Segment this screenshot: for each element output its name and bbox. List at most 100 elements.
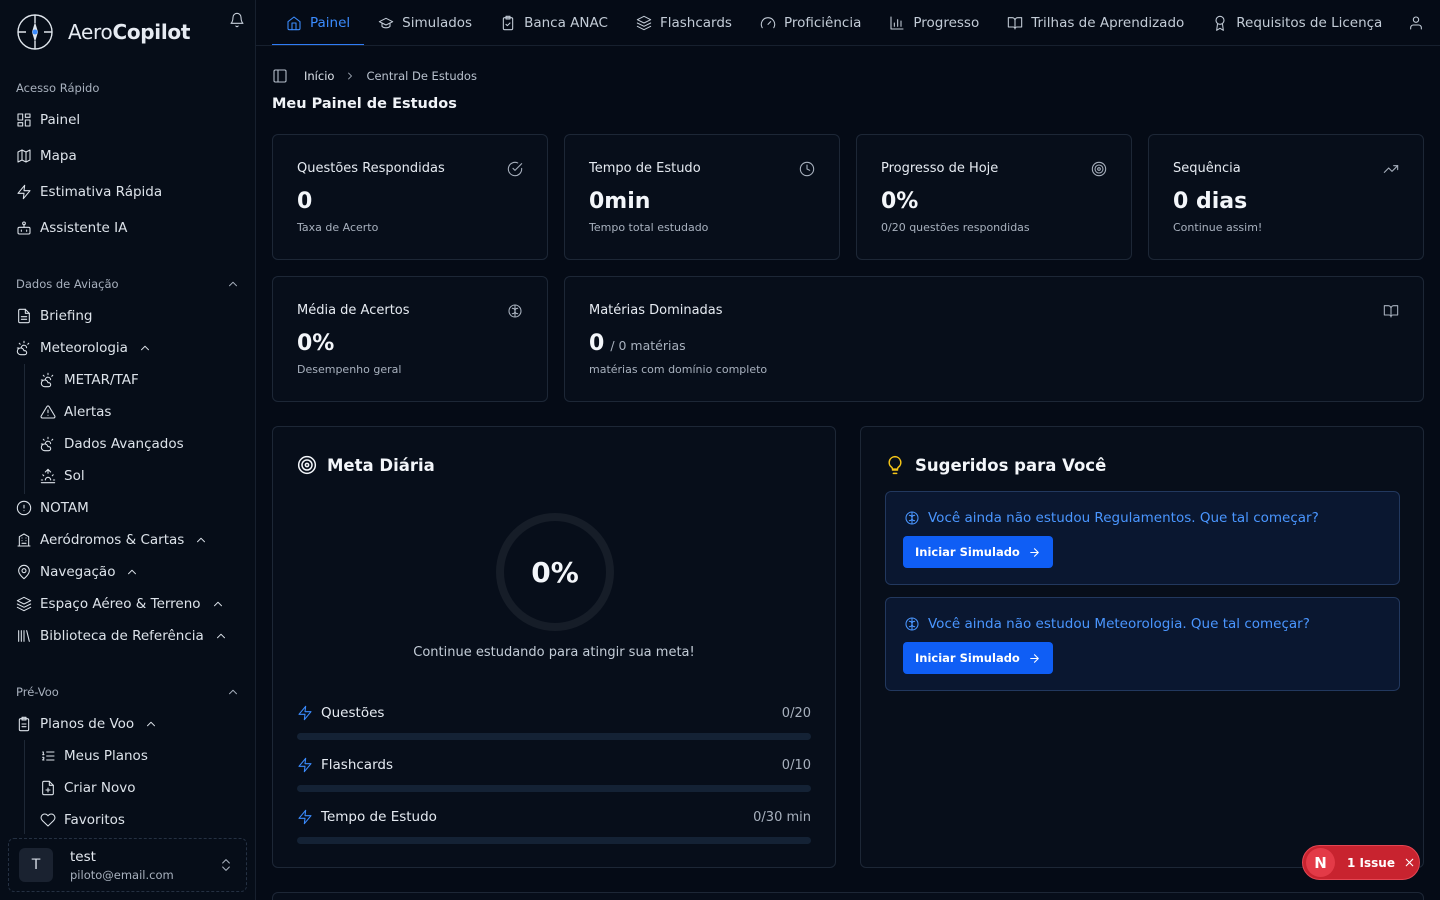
stat-card-progresso: Progresso de Hoje 0% 0/20 questões respo… [856,134,1132,260]
start-simulation-button[interactable]: Iniciar Simulado [903,536,1053,568]
sidebar-item-alertas[interactable]: Alertas [40,400,111,424]
clock-icon [799,161,815,177]
section-label-preflight[interactable]: Pré-Voo [16,685,240,699]
stat-title: Média de Acertos [297,303,410,318]
stat-subtitle: Continue assim! [1173,221,1263,234]
clipboard-icon [18,716,30,732]
goal-row-tempo: Tempo de Estudo 0/30 min [297,807,811,844]
stat-card-tempo: Tempo de Estudo 0min Tempo total estudad… [564,134,840,260]
user-menu[interactable]: T test piloto@email.com [8,838,247,892]
chevron-up-icon [229,689,237,695]
chevron-up-icon [140,345,149,351]
tab-flashcards[interactable]: Flashcards [622,0,746,45]
stat-value: 0/ 0 matérias [589,331,686,356]
section-label-aviation[interactable]: Dados de Aviação [16,277,240,291]
sidebar-item-briefing[interactable]: Briefing [16,304,93,328]
chevron-up-icon [213,601,222,607]
stat-card-sequencia: Sequência 0 dias Continue assim! [1148,134,1424,260]
sidebar: AeroCopilot Acesso Rápido Painel Mapa Es… [0,0,256,900]
chevron-up-icon [197,537,206,543]
stat-card-materias: Matérias Dominadas 0/ 0 matérias matéria… [564,276,1424,402]
top-nav: Painel Simulados Banca ANAC Flashcards P… [256,0,1440,46]
graduation-cap-icon [378,17,394,28]
file-text-icon [18,308,30,324]
alert-triangle-icon [40,405,56,419]
sidebar-item-espaco-aereo[interactable]: Espaço Aéreo & Terreno [16,592,225,616]
tab-progresso[interactable]: Progresso [875,0,993,45]
suggestions-card: Sugeridos para Você Você ainda não estud… [860,426,1424,868]
breadcrumb-home[interactable]: Início [304,69,334,83]
progress-bar [297,733,811,740]
stat-title: Matérias Dominadas [589,303,723,318]
brain-icon [905,617,919,631]
user-name: test [70,848,96,865]
sidebar-item-biblioteca[interactable]: Biblioteca de Referência [16,624,228,648]
tab-simulados[interactable]: Simulados [364,0,486,45]
tab-requisitos[interactable]: Requisitos de Licença [1198,0,1396,45]
brand[interactable]: AeroCopilot [16,12,240,52]
stat-subtitle: Desempenho geral [297,363,402,376]
lightbulb-icon [888,455,902,475]
sidebar-item-criar-novo[interactable]: Criar Novo [40,776,135,800]
bot-icon [17,221,31,235]
stat-value: 0 dias [1173,189,1248,214]
stat-value: 0min [589,189,651,214]
building-icon [17,533,31,547]
map-icon [17,149,31,163]
stat-subtitle: Taxa de Acerto [297,221,379,234]
sidebar-item-sol[interactable]: Sol [40,464,85,488]
sidebar-item-notam[interactable]: NOTAM [16,496,89,520]
progress-bar [297,785,811,792]
brand-name: AeroCopilot [68,20,191,44]
sidebar-item-dados-avancados[interactable]: Dados Avançados [40,432,184,456]
close-icon[interactable] [1403,856,1416,869]
start-simulation-button[interactable]: Iniciar Simulado [903,642,1053,674]
user-email: piloto@email.com [70,867,174,882]
brain-icon [905,511,919,525]
file-plus-icon [42,780,54,796]
sidebar-item-assistente[interactable]: Assistente IA [16,216,127,240]
tab-trilhas[interactable]: Trilhas de Aprendizado [993,0,1198,45]
goal-row-questoes: Questões 0/20 [297,703,811,740]
daily-goal-message: Continue estudando para atingir sua meta… [413,645,695,660]
book-open-icon [1008,16,1023,30]
sidebar-item-metar[interactable]: METAR/TAF [40,368,139,392]
tab-banca-anac[interactable]: Banca ANAC [486,0,622,45]
stat-value: 0% [297,331,335,356]
section-label-quick-access: Acesso Rápido [16,81,100,95]
list-ordered-icon [42,751,55,761]
issue-badge[interactable]: N 1 Issue [1302,845,1420,880]
chevron-up-icon [229,281,237,287]
brain-icon [508,304,522,318]
stat-card-media: Média de Acertos 0% Desempenho geral [272,276,548,402]
stat-title: Questões Respondidas [297,161,445,176]
sidebar-item-aerodromos[interactable]: Aeródromos & Cartas [16,528,208,552]
gauge-icon [760,16,776,28]
chevrons-up-down-icon [222,859,230,871]
target-icon [1091,161,1107,177]
layers-icon [16,596,32,612]
suggestion-item: Você ainda não estudou Regulamentos. Que… [885,491,1400,585]
suggestion-item: Você ainda não estudou Meteorologia. Que… [885,597,1400,691]
sidebar-item-planos[interactable]: Planos de Voo [16,712,158,736]
sidebar-item-meus-planos[interactable]: Meus Planos [40,744,148,768]
target-icon [297,455,317,475]
tab-more[interactable] [1396,0,1440,45]
panel-left-icon[interactable] [272,68,288,84]
sidebar-item-meteorologia[interactable]: Meteorologia [16,336,152,360]
tab-proficiencia[interactable]: Proficiência [746,0,875,45]
bell-icon[interactable] [229,12,245,28]
sidebar-item-navegacao[interactable]: Navegação [16,560,139,584]
sidebar-item-favoritos[interactable]: Favoritos [40,808,125,832]
home-icon [287,15,301,30]
submenu-line [24,364,25,494]
stat-value: 0% [881,189,919,214]
daily-goal-percent: 0% [531,555,579,589]
stat-of: / 0 matérias [610,338,686,353]
sidebar-item-estimativa[interactable]: Estimativa Rápida [16,180,162,204]
chevron-right-icon [348,72,353,80]
sidebar-item-mapa[interactable]: Mapa [16,144,77,168]
stat-subtitle: 0/20 questões respondidas [881,221,1030,234]
sidebar-item-painel[interactable]: Painel [16,108,80,132]
tab-painel[interactable]: Painel [272,0,365,45]
